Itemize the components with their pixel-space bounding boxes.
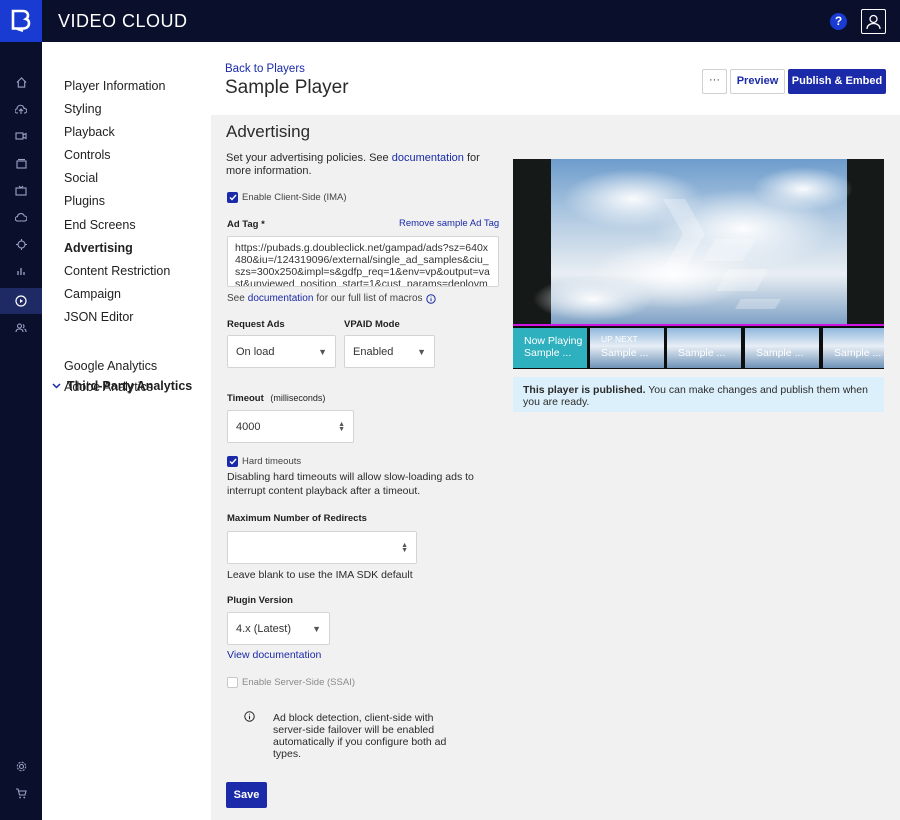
playlist-item[interactable]: Now Playing Sample ... — [513, 328, 587, 368]
nav-playback[interactable]: Playback — [64, 125, 115, 139]
module-rail — [0, 42, 42, 820]
client-side-checkbox[interactable] — [227, 192, 238, 203]
app-brand: VIDEO CLOUD — [58, 11, 188, 31]
nav-plugins[interactable]: Plugins — [64, 194, 105, 208]
player-preview[interactable] — [513, 159, 884, 324]
hard-timeouts-description-2: interrupt content playback after a timeo… — [227, 485, 421, 497]
hard-timeouts-label: Hard timeouts — [242, 456, 302, 467]
playlist-item[interactable]: Sample ... — [823, 328, 884, 368]
vpaid-mode-select[interactable]: Enabled ▼ — [344, 335, 435, 368]
gallery-icon[interactable] — [0, 150, 42, 176]
dropdown-arrow-icon: ▼ — [318, 346, 327, 357]
timeout-label: Timeout (milliseconds) — [227, 393, 326, 404]
hard-timeouts-checkbox[interactable] — [227, 456, 238, 467]
info-icon — [244, 711, 255, 722]
main-content: Back to Players Sample Player ··· Previe… — [211, 42, 900, 820]
player-settings-nav: Player Information Styling Playback Cont… — [42, 42, 211, 820]
nav-player-information[interactable]: Player Information — [64, 79, 165, 93]
back-to-players-link[interactable]: Back to Players — [225, 63, 305, 75]
dropdown-arrow-icon: ▼ — [312, 623, 321, 634]
upload-icon[interactable] — [0, 96, 42, 122]
nav-styling[interactable]: Styling — [64, 102, 102, 116]
plugin-version-select[interactable]: 4.x (Latest) ▼ — [227, 612, 330, 645]
top-bar: VIDEO CLOUD ? — [0, 0, 900, 42]
remove-sample-ad-tag-link[interactable]: Remove sample Ad Tag — [399, 218, 499, 229]
page-header: Back to Players Sample Player ··· Previe… — [211, 42, 900, 115]
video-frame-image — [513, 159, 884, 324]
macros-note: See documentation for our full list of m… — [227, 293, 436, 304]
brightcove-logo-icon[interactable] — [0, 0, 42, 42]
ad-block-info: Ad block detection, client-side with ser… — [273, 712, 447, 760]
nav-controls[interactable]: Controls — [64, 148, 111, 162]
nav-advertising[interactable]: Advertising — [64, 241, 133, 255]
preview-button[interactable]: Preview — [730, 69, 785, 94]
settings-gear-icon[interactable] — [0, 753, 42, 779]
max-redirects-hint: Leave blank to use the IMA SDK default — [227, 569, 413, 581]
timeout-input[interactable]: 4000 ▲ ▼ — [227, 410, 354, 443]
plugin-version-label: Plugin Version — [227, 595, 293, 606]
user-account-icon[interactable] — [861, 9, 886, 34]
nav-campaign[interactable]: Campaign — [64, 287, 121, 301]
nav-adobe-analytics[interactable]: Adobe Analytics — [64, 380, 153, 394]
live-icon[interactable] — [0, 177, 42, 203]
section-heading: Advertising — [226, 122, 311, 141]
hard-timeouts-description-1: Disabling hard timeouts will allow slow-… — [227, 471, 474, 483]
macros-documentation-link[interactable]: documentation — [248, 293, 314, 304]
nav-content-restriction[interactable]: Content Restriction — [64, 264, 170, 278]
help-icon[interactable]: ? — [830, 13, 847, 30]
request-ads-select[interactable]: On load ▼ — [227, 335, 336, 368]
server-side-checkbox[interactable] — [227, 677, 238, 688]
more-actions-button[interactable]: ··· — [702, 69, 727, 94]
max-redirects-label: Maximum Number of Redirects — [227, 513, 367, 524]
save-button[interactable]: Save — [226, 782, 267, 808]
chevron-down-icon — [52, 383, 61, 389]
analytics-icon[interactable] — [0, 258, 42, 284]
stepper-icon[interactable]: ▲ ▼ — [401, 542, 408, 554]
ad-tag-textarea[interactable]: https://pubads.g.doubleclick.net/gampad/… — [227, 236, 499, 287]
dropdown-arrow-icon: ▼ — [417, 346, 426, 357]
home-icon[interactable] — [0, 69, 42, 95]
playlist-item[interactable]: UP NEXT Sample ... — [590, 328, 664, 368]
server-side-label: Enable Server-Side (SSAI) — [242, 677, 355, 688]
info-icon[interactable] — [425, 293, 436, 304]
nav-end-screens[interactable]: End Screens — [64, 218, 136, 232]
documentation-link[interactable]: documentation — [392, 152, 464, 164]
publish-embed-button[interactable]: Publish & Embed — [788, 69, 886, 94]
nav-google-analytics[interactable]: Google Analytics — [64, 359, 157, 373]
players-icon[interactable] — [0, 288, 42, 314]
stepper-icon[interactable]: ▲ ▼ — [338, 421, 345, 433]
media-icon[interactable] — [0, 123, 42, 149]
max-redirects-input[interactable]: ▲ ▼ — [227, 531, 417, 564]
audience-icon[interactable] — [0, 231, 42, 257]
client-side-label: Enable Client-Side (IMA) — [242, 192, 347, 203]
admin-users-icon[interactable] — [0, 315, 42, 341]
vpaid-mode-label: VPAID Mode — [344, 319, 400, 330]
nav-json-editor[interactable]: JSON Editor — [64, 310, 133, 324]
request-ads-label: Request Ads — [227, 319, 285, 330]
published-notice: This player is published. You can make c… — [513, 377, 884, 412]
intro-text: Set your advertising policies. See docum… — [226, 152, 480, 177]
view-documentation-link[interactable]: View documentation — [227, 649, 321, 661]
playlist-item[interactable]: Sample ... — [745, 328, 819, 368]
playlist-strip: Now Playing Sample ... UP NEXT Sample ..… — [513, 324, 884, 369]
page-title: Sample Player — [225, 77, 349, 98]
social-cloud-icon[interactable] — [0, 204, 42, 230]
marketplace-cart-icon[interactable] — [0, 780, 42, 806]
ad-tag-label: Ad Tag * — [227, 219, 265, 230]
nav-social[interactable]: Social — [64, 171, 98, 185]
playlist-item[interactable]: Sample ... — [667, 328, 741, 368]
